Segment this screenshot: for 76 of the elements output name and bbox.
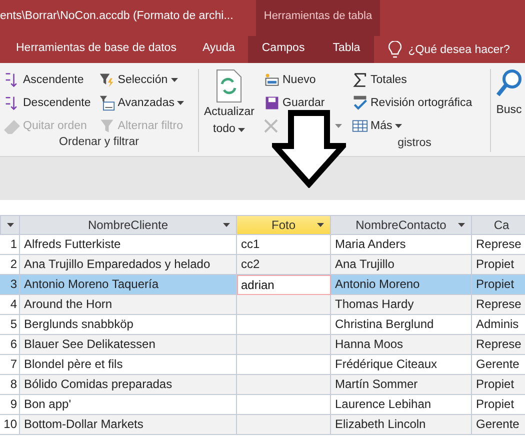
table-cell: Bon app' [20, 395, 237, 415]
group-label: gistros [396, 137, 432, 151]
new-record-icon [264, 72, 280, 88]
contextual-tab-group-label: Herramientas de tabla [256, 0, 380, 36]
ribbon-button[interactable]: Selección [96, 69, 186, 90]
cell-input-field[interactable]: adrian [237, 275, 331, 295]
column-header[interactable]: NombreCliente [20, 215, 237, 235]
table-cell: Laurence Lebihan [331, 395, 472, 415]
refresh-document-icon [216, 69, 242, 103]
table-cell: Blondel père et fils [20, 355, 237, 375]
ribbon-button[interactable]: Totales [350, 69, 474, 90]
table-cell: Hanna Moos [331, 335, 472, 355]
ribbon-tab[interactable]: Herramientas de base de datos [3, 36, 190, 63]
sigma-icon [352, 72, 368, 88]
filter-icon [98, 118, 115, 134]
table-cell: Propiet [472, 255, 525, 275]
table-cell: Propiet [472, 375, 525, 395]
ribbon-button[interactable]: Revisión ortográfica [350, 92, 474, 113]
table-cell: Represe [472, 295, 525, 315]
ribbon-button[interactable]: Descendente [2, 92, 93, 113]
table-cell: cc2 [237, 255, 331, 275]
table-cell: Berglunds snabbköp [20, 315, 237, 335]
table-cell: Ana Trujillo [331, 255, 472, 275]
ribbon-button[interactable]: Nuevo [262, 69, 346, 90]
filter-lightning-icon [98, 72, 115, 88]
group-label: Ordenar y filtrar [58, 136, 140, 150]
ribbon-tab[interactable]: Tabla [318, 36, 374, 63]
tell-me-field[interactable]: ¿Qué desea hacer? [408, 44, 510, 56]
table-cell: Elizabeth Lincoln [331, 415, 472, 435]
row-number[interactable]: 3 [0, 275, 20, 295]
row-number[interactable]: 9 [0, 395, 20, 415]
column-header[interactable]: Ca [472, 215, 525, 235]
row-number[interactable]: 1 [0, 235, 20, 255]
table-cell: Christina Berglund [331, 315, 472, 335]
table-cell: Blauer See Delikatessen [20, 335, 237, 355]
ribbon-tab[interactable]: Campos [248, 36, 319, 63]
table-icon [352, 118, 368, 134]
table-cell: Bólido Comidas preparadas [20, 375, 237, 395]
table-cell: Ana Trujillo Emparedados y helado [20, 255, 237, 275]
spelling-check-icon [352, 94, 368, 110]
table-cell: Around the Horn [20, 295, 237, 315]
table-cell: Antonio Moreno [331, 275, 472, 295]
table-cell: cc1 [237, 235, 331, 255]
row-number[interactable]: 4 [0, 295, 20, 315]
table-cell: Thomas Hardy [331, 295, 472, 315]
table-cell: Maria Anders [331, 235, 472, 255]
table-cell: Gerente [472, 415, 525, 435]
table-cell: Antonio Moreno Taquería [20, 275, 237, 295]
ribbon-button[interactable]: Más [350, 115, 474, 136]
caret-icon [6, 223, 14, 227]
lightbulb-icon [388, 40, 402, 58]
row-number[interactable]: 6 [0, 335, 20, 355]
table-cell: Represe [472, 335, 525, 355]
row-number[interactable]: 7 [0, 355, 20, 375]
ribbon-large-button[interactable]: Actualizar todo [201, 69, 258, 137]
table-cell: Bottom-Dollar Markets [20, 415, 237, 435]
ribbon-large-button[interactable]: Busc [493, 69, 525, 152]
save-icon [264, 94, 280, 110]
row-number[interactable]: 10 [0, 415, 20, 435]
column-header[interactable]: NombreContacto [331, 215, 472, 235]
row-number[interactable]: 2 [0, 255, 20, 275]
ribbon-button[interactable]: Ascendente [2, 69, 93, 90]
ribbon-tab[interactable]: Ayuda [189, 36, 248, 63]
row-number[interactable]: 5 [0, 315, 20, 335]
select-all-selector[interactable] [0, 215, 20, 235]
table-cell: Propiet [472, 275, 525, 295]
table-cell: Martín Sommer [331, 375, 472, 395]
filter-form-icon [98, 94, 115, 110]
ribbon-button[interactable]: Avanzadas [96, 92, 186, 113]
table-cell: Alfreds Futterkiste [20, 235, 237, 255]
delete-icon [264, 118, 278, 132]
table-cell: Frédérique Citeaux [331, 355, 472, 375]
eraser-icon [4, 118, 20, 134]
row-number[interactable]: 8 [0, 375, 20, 395]
window-title: ents\Borrar\NoCon.accdb (Formato de archi... [0, 9, 234, 24]
column-header[interactable]: Foto [237, 215, 331, 235]
